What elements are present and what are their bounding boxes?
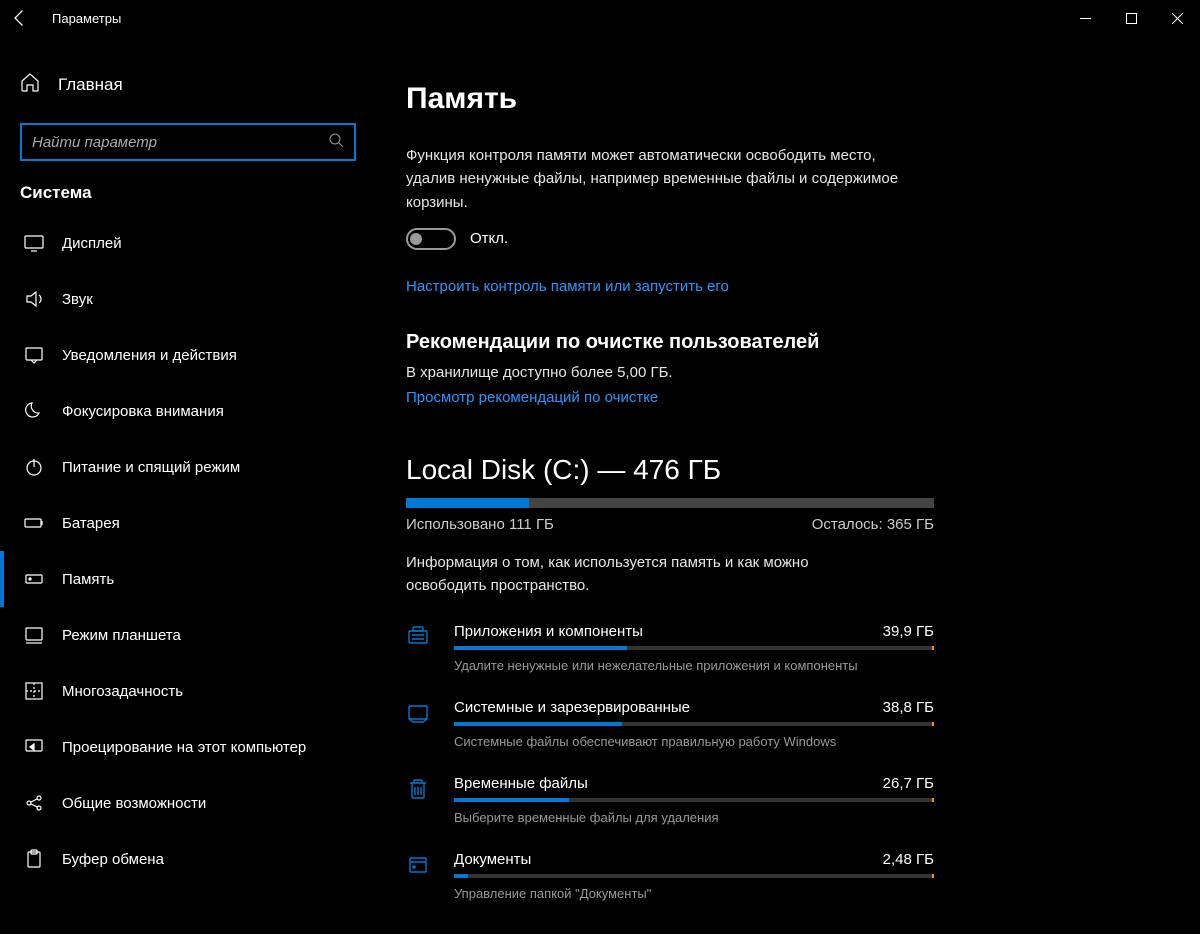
- sidebar-item-multitask[interactable]: Многозадачность: [0, 663, 376, 719]
- sidebar-item-project[interactable]: Проецирование на этот компьютер: [0, 719, 376, 775]
- category-bar: [454, 646, 934, 650]
- sidebar-home[interactable]: Главная: [0, 62, 376, 107]
- minimize-button[interactable]: [1062, 2, 1108, 34]
- sidebar-item-battery[interactable]: Батарея: [0, 495, 376, 551]
- sidebar-item-sound[interactable]: Звук: [0, 271, 376, 327]
- category-name: Системные и зарезервированные: [454, 699, 690, 716]
- display-icon: [24, 233, 44, 253]
- category-bar: [454, 722, 934, 726]
- storage-category-trash[interactable]: Временные файлы 26,7 ГБ Выберите временные…: [406, 763, 934, 839]
- category-name: Приложения и компоненты: [454, 623, 643, 640]
- battery-icon: [24, 513, 44, 533]
- storage-sense-toggle[interactable]: [406, 228, 456, 250]
- storage-icon: [24, 569, 44, 589]
- disk-free-label: Осталось: 365 ГБ: [812, 516, 934, 533]
- sidebar-item-moon[interactable]: Фокусировка внимания: [0, 383, 376, 439]
- clipboard-icon: [24, 849, 44, 869]
- sidebar-item-tablet[interactable]: Режим планшета: [0, 607, 376, 663]
- sidebar-item-shared[interactable]: Общие возможности: [0, 775, 376, 831]
- sidebar-item-power[interactable]: Питание и спящий режим: [0, 439, 376, 495]
- maximize-button[interactable]: [1108, 2, 1154, 34]
- configure-storage-sense-link[interactable]: Настроить контроль памяти или запустить …: [406, 278, 729, 295]
- category-bar: [454, 798, 934, 802]
- sidebar-item-label: Многозадачность: [62, 683, 183, 700]
- page-title: Память: [406, 82, 1170, 116]
- titlebar: Параметры: [0, 0, 1200, 36]
- main-content: Память Функция контроля памяти может авт…: [376, 36, 1200, 934]
- category-size: 26,7 ГБ: [883, 775, 934, 792]
- storage-category-apps[interactable]: Приложения и компоненты 39,9 ГБ Удалите не…: [406, 611, 934, 687]
- disk-used-label: Использовано 111 ГБ: [406, 516, 554, 533]
- project-icon: [24, 737, 44, 757]
- sidebar-item-label: Батарея: [62, 515, 120, 532]
- search-icon: [328, 132, 344, 152]
- category-hint: Выберите временные файлы для удаления: [454, 810, 934, 825]
- category-size: 2,48 ГБ: [883, 851, 934, 868]
- category-hint: Системные файлы обеспечивают правильную …: [454, 734, 934, 749]
- storage-category-system[interactable]: Системные и зарезервированные 38,8 ГБ Сист…: [406, 687, 934, 763]
- cleanup-recommend-heading: Рекомендации по очистке пользователей: [406, 331, 1170, 354]
- sidebar-item-label: Общие возможности: [62, 795, 206, 812]
- sidebar-item-clipboard[interactable]: Буфер обмена: [0, 831, 376, 887]
- sidebar-item-label: Дисплей: [62, 235, 122, 252]
- sidebar-item-notify[interactable]: Уведомления и действия: [0, 327, 376, 383]
- sidebar-item-label: Проецирование на этот компьютер: [62, 739, 306, 756]
- system-icon: [406, 699, 434, 729]
- notify-icon: [24, 345, 44, 365]
- tablet-icon: [24, 625, 44, 645]
- category-bar: [454, 874, 934, 878]
- sidebar: Главная Система Дисплей Звук Уведомления и…: [0, 36, 376, 934]
- sidebar-item-label: Фокусировка внимания: [62, 403, 224, 420]
- search-field[interactable]: [32, 134, 328, 151]
- home-icon: [20, 72, 40, 97]
- cleanup-recommend-link[interactable]: Просмотр рекомендаций по очистке: [406, 389, 658, 406]
- disk-usage-bar: [406, 498, 934, 508]
- window-title: Параметры: [52, 11, 121, 26]
- category-hint: Удалите ненужные или нежелательные прило…: [454, 658, 934, 673]
- back-button[interactable]: [10, 8, 30, 28]
- category-size: 39,9 ГБ: [883, 623, 934, 640]
- storage-sense-desc: Функция контроля памяти может автоматиче…: [406, 144, 926, 214]
- sidebar-item-label: Питание и спящий режим: [62, 459, 240, 476]
- sidebar-item-label: Звук: [62, 291, 93, 308]
- category-name: Документы: [454, 851, 531, 868]
- sidebar-item-label: Уведомления и действия: [62, 347, 237, 364]
- trash-icon: [406, 775, 434, 805]
- sidebar-item-display[interactable]: Дисплей: [0, 215, 376, 271]
- close-button[interactable]: [1154, 2, 1200, 34]
- multitask-icon: [24, 681, 44, 701]
- category-size: 38,8 ГБ: [883, 699, 934, 716]
- storage-category-docs[interactable]: Документы 2,48 ГБ Управление папкой "Докум…: [406, 839, 934, 915]
- power-icon: [24, 457, 44, 477]
- sidebar-item-label: Память: [62, 571, 114, 588]
- disk-title: Local Disk (C:) — 476 ГБ: [406, 454, 1170, 486]
- cleanup-recommend-sub: В хранилище доступно более 5,00 ГБ.: [406, 364, 1170, 381]
- category-hint: Управление папкой "Документы": [454, 886, 934, 901]
- sidebar-section-title: Система: [0, 183, 376, 215]
- search-input[interactable]: [20, 123, 356, 161]
- shared-icon: [24, 793, 44, 813]
- moon-icon: [24, 401, 44, 421]
- usage-desc: Информация о том, как используется памят…: [406, 551, 866, 598]
- docs-icon: [406, 851, 434, 881]
- toggle-state-label: Откл.: [470, 230, 508, 247]
- category-name: Временные файлы: [454, 775, 588, 792]
- sidebar-item-label: Режим планшета: [62, 627, 181, 644]
- sound-icon: [24, 289, 44, 309]
- apps-icon: [406, 623, 434, 653]
- sidebar-item-label: Буфер обмена: [62, 851, 164, 868]
- sidebar-item-storage[interactable]: Память: [0, 551, 376, 607]
- sidebar-home-label: Главная: [58, 75, 123, 95]
